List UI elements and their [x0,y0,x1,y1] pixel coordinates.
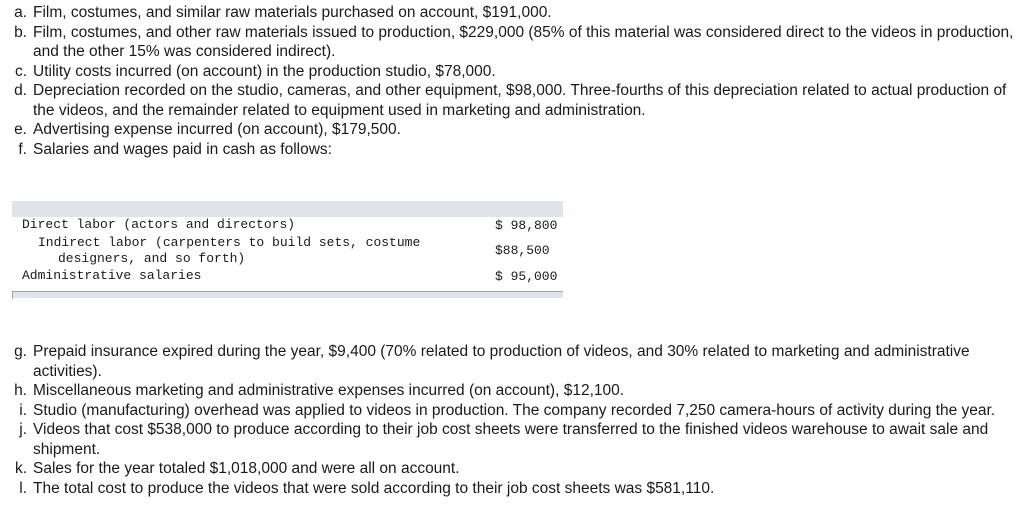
list-item: e. Advertising expense incurred (on accou… [10,120,1015,140]
item-marker: h. [14,382,27,399]
list-item: k. Sales for the year totaled $1,018,000 … [10,459,1015,479]
table-row: Direct labor (actors and directors) $ 98… [12,217,563,235]
list-item: g. Prepaid insurance expired during the y… [10,342,1015,381]
list-item: b. Film, costumes, and other raw material… [10,23,1015,62]
item-text: Miscellaneous marketing and administrati… [33,382,625,399]
list-item: h. Miscellaneous marketing and administra… [10,381,1015,401]
transactions-list-bottom: g. Prepaid insurance expired during the y… [10,342,1015,498]
item-marker: a. [14,4,27,21]
item-text: Salaries and wages paid in cash as follo… [33,140,332,158]
item-text: Film, costumes, and other raw materials … [33,23,1014,61]
item-text: Advertising expense incurred (on account… [33,121,401,138]
row-amount: $88,500 [495,243,550,259]
row-label: Direct labor (actors and directors) [22,217,296,232]
list-item: d. Depreciation recorded on the studio, c… [10,81,1015,120]
item-text: Studio (manufacturing) overhead was appl… [33,401,996,419]
row-label: Indirect labor (carpenters to build sets… [12,235,477,268]
list-item: j. Videos that cost $538,000 to produce a… [10,420,1015,459]
item-marker: k. [14,460,27,477]
item-text: Depreciation recorded on the studio, cam… [33,82,1007,119]
row-label-line1: Indirect labor (carpenters to build sets… [38,234,421,250]
item-marker: c. [14,62,27,80]
item-marker: e. [14,121,27,138]
item-marker: b. [14,23,27,41]
list-item: f. Salaries and wages paid in cash as fol… [10,140,1015,160]
list-item: c. Utility costs incurred (on account) in… [10,62,1015,82]
item-marker: d. [14,82,27,99]
list-item: i. Studio (manufacturing) overhead was ap… [10,401,1015,421]
item-marker: j. [19,421,27,438]
table-corner-tick [12,291,13,299]
item-marker: i. [19,401,27,419]
table-header-bar [12,201,563,217]
item-text: Sales for the year totaled $1,018,000 an… [33,460,460,477]
row-label: Administrative salaries [22,267,202,283]
item-marker: f. [18,140,27,158]
item-text: Prepaid insurance expired during the yea… [33,343,970,380]
list-item: l. The total cost to produce the videos t… [10,479,1015,499]
row-amount: $ 98,800 [495,218,558,233]
item-text: Film, costumes, and similar raw material… [33,4,552,21]
row-label-line2: designers, and so forth) [58,251,246,266]
transactions-list-top: a. Film, costumes, and similar raw materi… [10,3,1015,159]
item-marker: g. [14,343,27,360]
salaries-table: Direct labor (actors and directors) $ 98… [12,201,563,299]
item-text: The total cost to produce the videos tha… [33,479,715,497]
table-row: Administrative salaries $ 95,000 [12,268,563,286]
salaries-table-body: Direct labor (actors and directors) $ 98… [12,217,563,285]
row-amount: $ 95,000 [495,268,558,284]
item-text: Utility costs incurred (on account) in t… [33,62,496,80]
table-row: Indirect labor (carpenters to build sets… [12,235,563,268]
table-footer-bar [12,291,563,298]
item-text: Videos that cost $538,000 to produce acc… [33,421,989,458]
item-marker: l. [19,479,27,497]
list-item: a. Film, costumes, and similar raw materi… [10,3,1015,23]
